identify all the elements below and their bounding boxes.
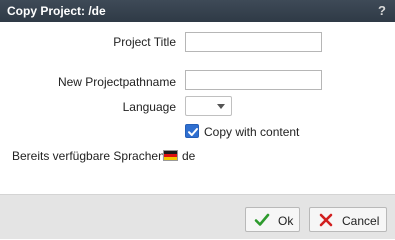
- available-languages-label: Bereits verfügbare Sprachen:: [12, 149, 169, 163]
- copy-project-dialog: Copy Project: /de ? Project Title New Pr…: [0, 0, 395, 239]
- cancel-button-label: Cancel: [342, 214, 380, 228]
- checkmark-icon: [254, 213, 270, 226]
- dialog-footer: Ok Cancel: [0, 194, 395, 239]
- help-icon[interactable]: ?: [378, 3, 386, 18]
- dialog-titlebar[interactable]: Copy Project: /de ?: [0, 0, 395, 22]
- dialog-form: Project Title New Projectpathname Langua…: [0, 22, 395, 194]
- copy-with-content-checkbox[interactable]: [185, 124, 199, 138]
- ok-button-label: Ok: [278, 214, 294, 228]
- project-title-input[interactable]: [185, 32, 322, 52]
- checkmark-icon: [188, 128, 198, 136]
- dialog-title: Copy Project: /de: [7, 4, 106, 18]
- close-icon: [319, 213, 333, 227]
- cancel-button[interactable]: Cancel: [309, 207, 387, 232]
- copy-with-content-label[interactable]: Copy with content: [204, 125, 299, 139]
- ok-button[interactable]: Ok: [245, 207, 300, 232]
- new-projectpath-input[interactable]: [185, 70, 322, 90]
- project-title-label: Project Title: [113, 35, 176, 49]
- chevron-down-icon: [217, 104, 225, 109]
- available-language-code: de: [182, 149, 196, 163]
- german-flag-icon: [163, 150, 178, 161]
- language-select[interactable]: [185, 96, 232, 116]
- language-label: Language: [122, 100, 176, 114]
- new-path-label: New Projectpathname: [57, 75, 176, 89]
